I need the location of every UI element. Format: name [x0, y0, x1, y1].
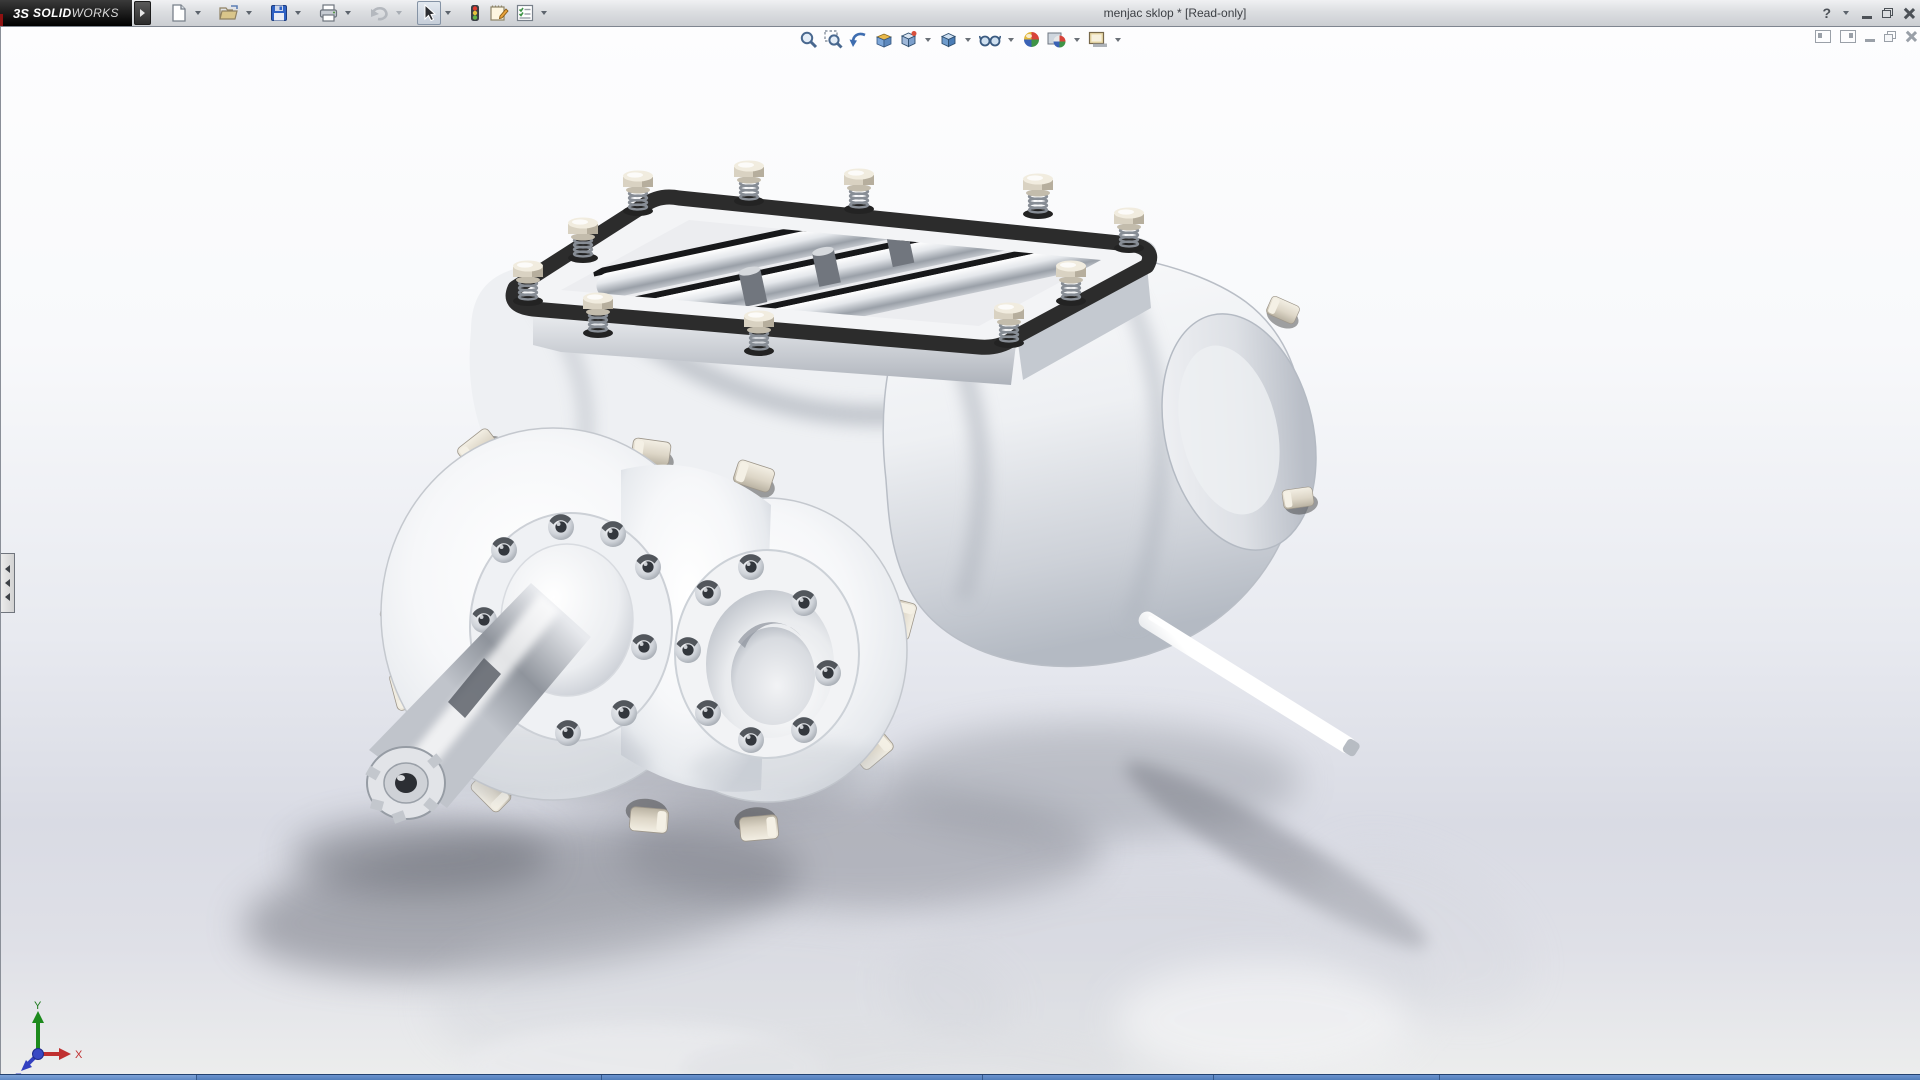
- apply-scene-button[interactable]: [1046, 29, 1068, 50]
- print-button[interactable]: [316, 2, 341, 24]
- select-button[interactable]: [417, 1, 441, 25]
- edit-appearance-button[interactable]: [1021, 29, 1042, 50]
- print-icon: [318, 3, 339, 23]
- document-restore-button[interactable]: [1884, 31, 1896, 42]
- view-orientation-icon: [899, 30, 918, 49]
- taskbar-segment[interactable]: [0, 1075, 197, 1080]
- file-properties-icon: [488, 3, 509, 23]
- open-dropdown[interactable]: [246, 11, 252, 15]
- collapse-arrow-icon: [5, 593, 10, 601]
- view-settings-button[interactable]: [1087, 29, 1109, 50]
- options-dropdown[interactable]: [541, 11, 547, 15]
- close-button[interactable]: [1903, 8, 1914, 19]
- view-orientation-button[interactable]: [898, 29, 919, 50]
- undo-button[interactable]: [366, 2, 392, 24]
- edit-appearance-icon: [1022, 30, 1041, 49]
- model-right-bore[interactable]: [675, 550, 859, 758]
- open-folder-icon: [218, 3, 240, 23]
- hide-show-items-icon: [979, 30, 1001, 49]
- zoom-to-area-button[interactable]: [823, 29, 844, 50]
- taskbar-segment[interactable]: [1214, 1075, 1440, 1080]
- file-properties-button[interactable]: [486, 2, 511, 24]
- section-view-button[interactable]: [873, 29, 894, 50]
- section-view-icon: [874, 30, 893, 49]
- save-button[interactable]: [267, 2, 291, 24]
- view-settings-dropdown[interactable]: [1115, 38, 1121, 42]
- apply-scene-icon: [1047, 30, 1067, 49]
- help-button[interactable]: ?: [1822, 5, 1831, 21]
- previous-view-button[interactable]: [848, 29, 869, 50]
- undo-dropdown[interactable]: [396, 11, 402, 15]
- main-toolbar: [167, 1, 550, 25]
- menu-flyout-button[interactable]: [134, 1, 151, 25]
- logo-red-accent: [0, 14, 3, 26]
- restore-button[interactable]: [1882, 8, 1893, 18]
- pane-left-icon[interactable]: [1815, 30, 1831, 43]
- select-cursor-icon: [420, 3, 438, 23]
- orientation-triad: Y X Z: [1, 999, 101, 1080]
- zoom-to-fit-icon: [799, 30, 818, 49]
- collapse-arrow-icon: [5, 565, 10, 573]
- hide-show-items-button[interactable]: [978, 29, 1002, 50]
- rebuild-button[interactable]: [466, 2, 484, 24]
- view-settings-icon: [1088, 30, 1108, 49]
- select-dropdown[interactable]: [445, 11, 451, 15]
- brand-works: WORKS: [72, 6, 119, 20]
- print-dropdown[interactable]: [345, 11, 351, 15]
- collapse-arrow-icon: [5, 579, 10, 587]
- undo-icon: [368, 3, 390, 23]
- new-document-icon: [169, 3, 189, 23]
- graphics-area[interactable]: Y X Z *Dimetric: [0, 26, 1920, 1074]
- minimize-button[interactable]: [1862, 16, 1872, 19]
- zoom-to-fit-button[interactable]: [798, 29, 819, 50]
- title-bar: 3S SOLID WORKS: [0, 0, 1920, 27]
- window-title: menjac sklop * [Read-only]: [1104, 0, 1247, 26]
- new-dropdown[interactable]: [195, 11, 201, 15]
- view-orientation-dropdown[interactable]: [925, 38, 931, 42]
- help-dropdown[interactable]: [1843, 11, 1849, 15]
- flyout-arrow-icon: [140, 9, 145, 17]
- save-dropdown[interactable]: [295, 11, 301, 15]
- featuremanager-collapsed-tab[interactable]: [1, 553, 15, 613]
- y-axis-label: Y: [34, 1000, 42, 1012]
- previous-view-icon: [849, 30, 868, 49]
- open-button[interactable]: [216, 2, 242, 24]
- solidworks-window: Y X Z *Dimetric 3S SOLID WORKS: [0, 0, 1920, 1080]
- taskbar-segment[interactable]: [197, 1075, 602, 1080]
- taskbar-segment[interactable]: [602, 1075, 983, 1080]
- document-close-button[interactable]: [1905, 31, 1916, 42]
- window-controls: ?: [1822, 0, 1914, 26]
- taskbar-segment[interactable]: [1440, 1075, 1920, 1080]
- brand-solid: SOLID: [33, 6, 72, 20]
- document-minimize-button[interactable]: [1865, 39, 1875, 42]
- zoom-to-area-icon: [824, 30, 843, 49]
- options-button[interactable]: [513, 2, 537, 24]
- hide-show-items-dropdown[interactable]: [1008, 38, 1014, 42]
- rebuild-traffic-light-icon: [468, 3, 482, 23]
- display-style-button[interactable]: [938, 29, 959, 50]
- apply-scene-dropdown[interactable]: [1074, 38, 1080, 42]
- headsup-view-toolbar: [798, 29, 1124, 50]
- solidworks-logo: 3S SOLID WORKS: [0, 0, 132, 26]
- model-canvas[interactable]: [1, 0, 1920, 1080]
- taskbar-segment[interactable]: [983, 1075, 1214, 1080]
- document-window-controls: [1815, 30, 1916, 43]
- pane-right-icon[interactable]: [1840, 30, 1856, 43]
- display-style-dropdown[interactable]: [965, 38, 971, 42]
- x-axis-label: X: [75, 1049, 83, 1061]
- y-axis-arrow: [32, 1011, 44, 1023]
- x-axis-arrow: [59, 1048, 71, 1060]
- options-checklist-icon: [515, 3, 535, 23]
- model-top-cover[interactable]: [510, 161, 1156, 386]
- display-style-icon: [939, 30, 958, 49]
- new-button[interactable]: [167, 2, 191, 24]
- taskbar-edge[interactable]: [0, 1074, 1920, 1080]
- dassault-3ds-icon: 3S: [13, 6, 29, 21]
- save-floppy-icon: [269, 3, 289, 23]
